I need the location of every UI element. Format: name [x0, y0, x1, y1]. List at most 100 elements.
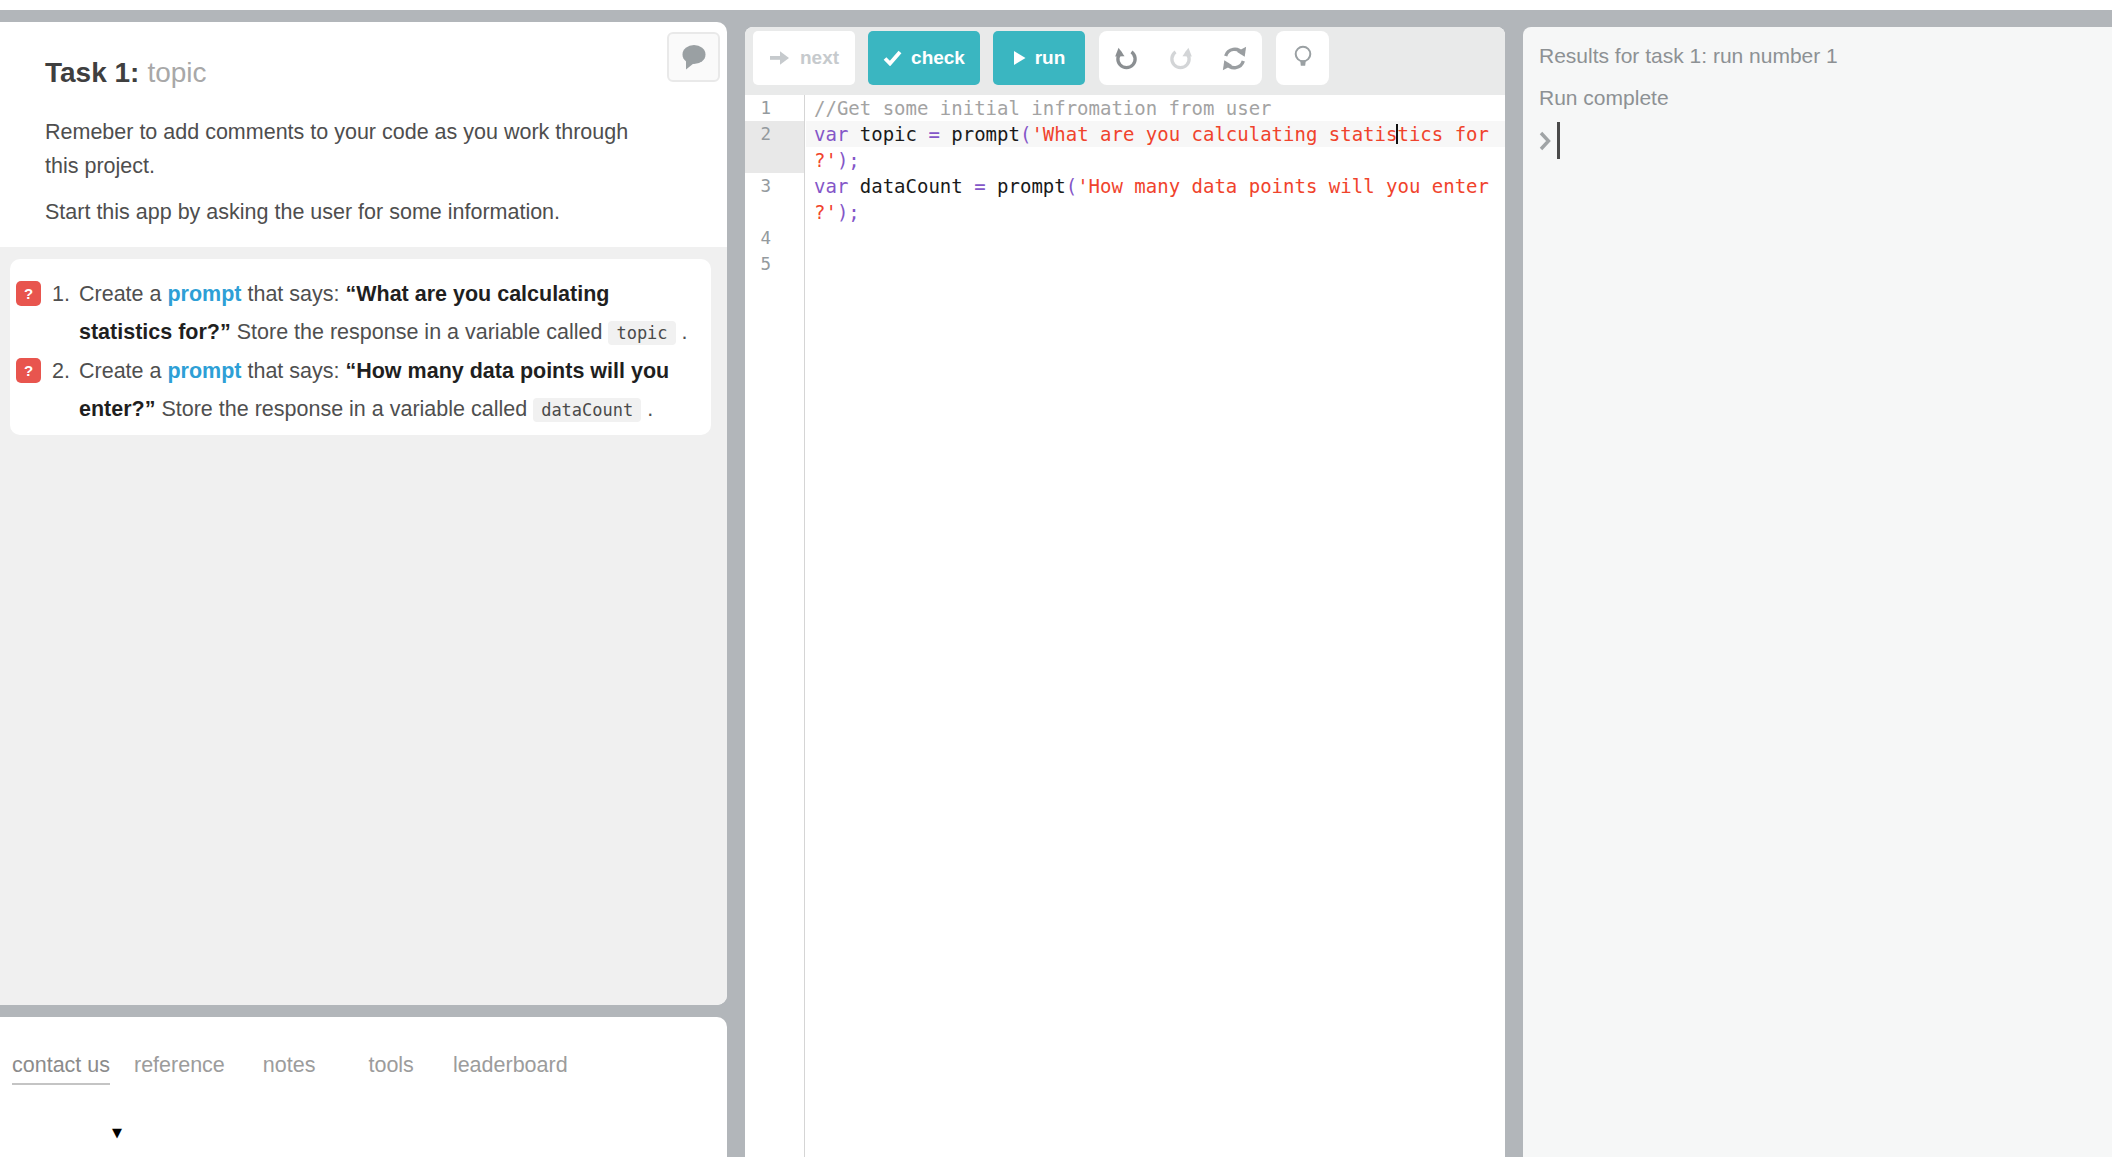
run-button[interactable]: run — [993, 31, 1085, 85]
console-cursor — [1557, 122, 1560, 159]
code-line[interactable]: ?'); — [806, 147, 1505, 173]
code-token: topic — [848, 123, 928, 145]
task-paragraph-2: Start this app by asking the user for so… — [45, 195, 705, 229]
line-number: 2 — [745, 121, 804, 147]
code-line[interactable]: //Get some initial infromation from user — [806, 95, 1505, 121]
task-paragraph-1: Remeber to add comments to your code as … — [45, 115, 705, 183]
editor-gutter: 12 3 45 — [745, 95, 805, 1157]
console-chevron-icon — [1539, 129, 1551, 153]
code-token: ( — [1020, 123, 1031, 145]
run-status: Run complete — [1539, 84, 2092, 111]
question-badge[interactable]: ? — [16, 358, 41, 383]
task-text-segment: Store the response in a variable called — [155, 397, 533, 421]
lightbulb-icon — [1292, 44, 1314, 72]
code-token: = — [928, 123, 939, 145]
footer-tab-notes[interactable]: notes — [263, 1053, 316, 1078]
task-text-segment: Start this app by asking the user for so… — [45, 200, 560, 224]
code-token: 'How many data points will you enter — [1077, 175, 1489, 197]
code-line[interactable]: var topic = prompt('What are you calcula… — [806, 121, 1505, 147]
code-token: tics for — [1397, 123, 1489, 145]
code-line[interactable]: ?'); — [806, 199, 1505, 225]
task-text-segment: this project. — [45, 154, 155, 178]
code-token: ?' — [814, 149, 837, 171]
editor-toolbar: next check run — [745, 27, 1505, 95]
footer-tabs: contact us reference notes tools leaderboard — [0, 1017, 727, 1085]
code-line[interactable] — [806, 251, 1505, 277]
code-editor[interactable]: 12 3 45 //Get some initial infromation fro… — [745, 95, 1505, 1157]
code-token: prompt — [940, 123, 1020, 145]
code-token: ?' — [814, 201, 837, 223]
task-title-topic: topic — [147, 57, 206, 88]
line-number-wrap — [745, 199, 804, 225]
next-button[interactable]: next — [753, 31, 855, 85]
task-text-segment: . — [676, 320, 688, 344]
task-text-segment: “How many data points will you — [345, 359, 669, 383]
task-text-segment: “What are you calculating — [345, 282, 609, 306]
code-line[interactable]: var dataCount = prompt('How many data po… — [806, 173, 1505, 199]
task-text-segment: Store the response in a variable called — [231, 320, 609, 344]
task-number: 1. — [52, 275, 70, 313]
sync-icon[interactable] — [1221, 45, 1248, 72]
code-token: ); — [837, 149, 860, 171]
code-token: dataCount — [848, 175, 974, 197]
editor-panel: next check run — [745, 27, 1505, 1157]
task-item: ?2.Create a prompt that says: “How many … — [16, 352, 693, 429]
task-list-card: ?1.Create a prompt that says: “What are … — [10, 259, 711, 435]
code-token: var — [814, 175, 848, 197]
code-token: 'What are you calculating statis — [1031, 123, 1397, 145]
undo-icon[interactable] — [1113, 45, 1140, 72]
task-text-segment: Create a — [79, 359, 167, 383]
footer-tab-contact-us[interactable]: contact us — [12, 1053, 110, 1085]
line-number-wrap — [745, 147, 804, 173]
code-area: //Get some initial infromation from user… — [806, 95, 1505, 1157]
hint-button[interactable] — [1276, 31, 1329, 85]
results-panel: Results for task 1: run number 1 Run com… — [1523, 27, 2112, 1157]
task-text-segment: that says: — [241, 282, 345, 306]
code-token: ( — [1066, 175, 1077, 197]
history-button-group — [1099, 31, 1262, 85]
dropdown-triangle-icon[interactable]: ▼ — [112, 1125, 122, 1140]
line-number: 5 — [745, 251, 804, 277]
code-token: ); — [837, 201, 860, 223]
task-text-segment: . — [641, 397, 653, 421]
task-list-section: ?1.Create a prompt that says: “What are … — [0, 247, 727, 1005]
footer-tab-leaderboard[interactable]: leaderboard — [453, 1053, 568, 1078]
task-text: Create a prompt that says: “How many dat… — [79, 352, 693, 429]
code-line[interactable] — [806, 225, 1505, 251]
task-text-segment: that says: — [241, 359, 345, 383]
results-header: Results for task 1: run number 1 — [1539, 42, 2092, 69]
play-icon — [1013, 50, 1026, 66]
code-token: prompt — [986, 175, 1066, 197]
prompt-link[interactable]: prompt — [167, 282, 241, 306]
task-panel: Task 1: topic Remeber to add comments to … — [0, 22, 727, 1005]
task-text-segment: statistics for?” — [79, 320, 231, 344]
task-text-segment: Create a — [79, 282, 167, 306]
line-number: 3 — [745, 173, 804, 199]
speech-bubble-icon — [679, 44, 709, 71]
question-badge[interactable]: ? — [16, 281, 41, 306]
redo-icon[interactable] — [1167, 45, 1194, 72]
code-token: = — [974, 175, 985, 197]
comment-button[interactable] — [667, 32, 720, 82]
arrow-right-icon — [769, 49, 791, 67]
footer-tab-tools[interactable]: tools — [368, 1053, 413, 1078]
task-text-segment: Remeber to add comments to your code as … — [45, 120, 628, 144]
task-text: Create a prompt that says: “What are you… — [79, 275, 693, 352]
task-number: 2. — [52, 352, 70, 390]
task-title-prefix: Task 1: — [45, 57, 139, 88]
check-button[interactable]: check — [868, 31, 980, 85]
footer-panel: contact us reference notes tools leaderboard… — [0, 1017, 727, 1157]
footer-tab-reference[interactable]: reference — [134, 1053, 225, 1078]
console-input-row[interactable] — [1539, 122, 2092, 159]
prompt-link[interactable]: prompt — [167, 359, 241, 383]
task-item: ?1.Create a prompt that says: “What are … — [16, 275, 693, 352]
task-text-segment: topic — [608, 321, 675, 345]
task-text-segment: enter?” — [79, 397, 155, 421]
task-text-segment: dataCount — [533, 398, 641, 422]
page-background: Task 1: topic Remeber to add comments to … — [0, 10, 2112, 1157]
page-title: Task 1: topic — [45, 56, 727, 90]
line-number: 1 — [745, 95, 804, 121]
check-icon — [883, 50, 902, 66]
code-token: var — [814, 123, 848, 145]
line-number: 4 — [745, 225, 804, 251]
